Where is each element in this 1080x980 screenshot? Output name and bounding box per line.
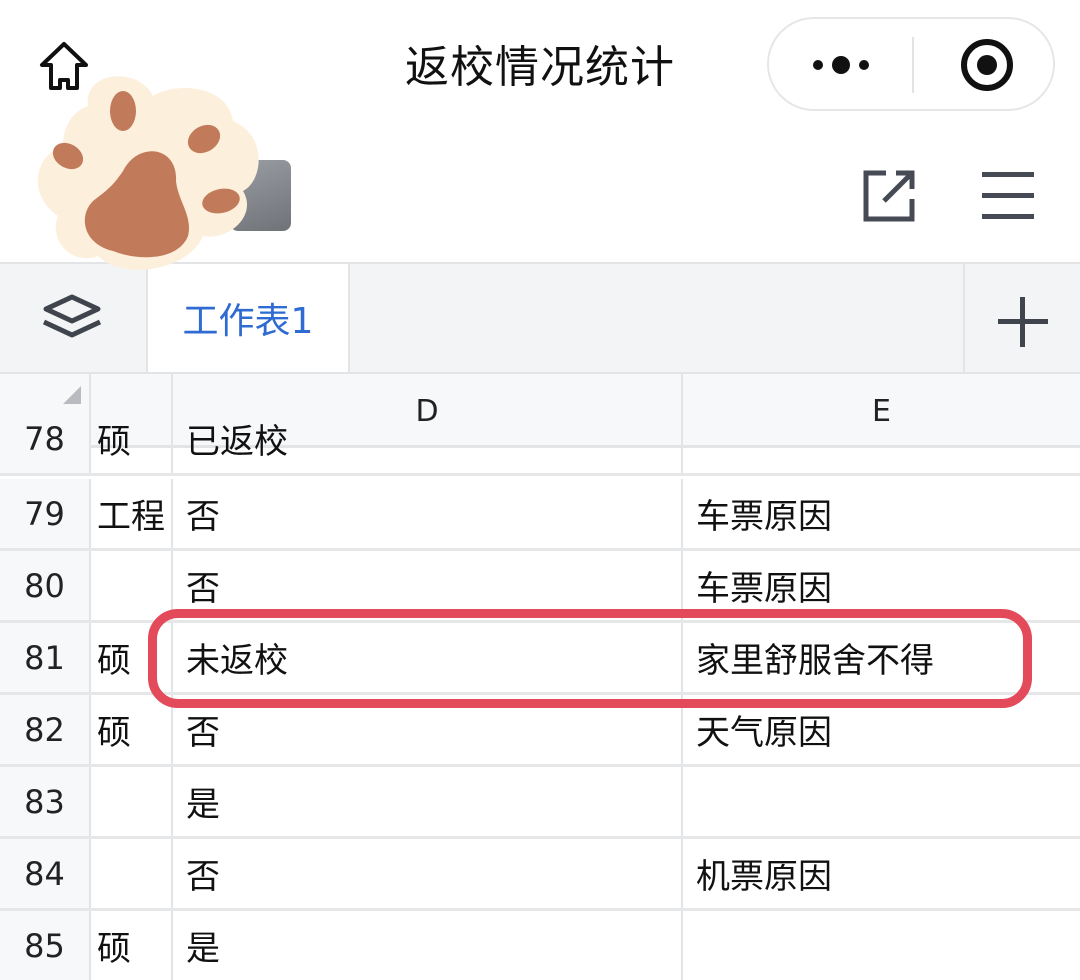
row-number[interactable]: 83 [0,767,91,836]
document-toolbar [0,135,1080,262]
table-row-highlighted: 81 硕 未返校 家里舒服舍不得 [0,623,1080,695]
cell-c[interactable]: 工程 [91,479,173,548]
cell-c[interactable] [91,551,173,620]
open-external-button[interactable] [860,167,918,225]
table-row: 79 工程 否 车票原因 [0,479,1080,551]
layers-icon [42,294,102,338]
spreadsheet-grid: D E 78 硕 已返校 79 工程 否 车票原因 80 否 车票原因 81 硕… [0,374,1080,980]
table-row: 85 硕 是 [0,911,1080,980]
cell-e[interactable]: 家里舒服舍不得 [683,623,1080,692]
cell-c[interactable]: 硕 [91,911,173,980]
more-dots-icon [813,56,869,74]
cell-c[interactable] [91,839,173,908]
add-sheet-button[interactable] [965,264,1080,372]
record-target-icon [961,39,1013,91]
sheet-list-button[interactable] [0,264,146,372]
cell-c[interactable] [91,767,173,836]
more-button[interactable] [769,19,913,109]
cell-d[interactable]: 否 [173,551,683,620]
cell-e[interactable]: 天气原因 [683,695,1080,764]
cell-e[interactable]: 车票原因 [683,479,1080,548]
capsule-divider [912,37,914,93]
cell-e[interactable]: 车票原因 [683,551,1080,620]
tab-sheet1[interactable]: 工作表1 [146,264,350,372]
close-mini-program-button[interactable] [915,19,1055,109]
table-row: 80 否 车票原因 [0,551,1080,623]
hamburger-menu-button[interactable] [978,167,1036,225]
table-row: 82 硕 否 天气原因 [0,695,1080,767]
cell-e[interactable] [683,767,1080,836]
row-number[interactable]: 84 [0,839,91,908]
cell-c[interactable]: 硕 [91,695,173,764]
row-number[interactable]: 81 [0,623,91,692]
mini-program-titlebar: 返校情况统计 [0,0,1080,135]
hamburger-menu-icon [982,172,1034,219]
cell-d[interactable]: 是 [173,767,683,836]
cell-c[interactable]: 硕 [91,404,173,473]
table-row: 84 否 机票原因 [0,839,1080,911]
open-external-icon [863,170,915,222]
table-row: 78 硕 已返校 [0,404,1080,476]
cell-d[interactable]: 否 [173,479,683,548]
sheet-tab-bar: 工作表1 [0,262,1080,374]
cell-e[interactable]: 机票原因 [683,839,1080,908]
cell-d[interactable]: 是 [173,911,683,980]
plus-icon [998,297,1048,347]
document-thumbnail[interactable] [230,160,291,231]
cell-d[interactable]: 否 [173,695,683,764]
row-number[interactable]: 78 [0,404,91,473]
row-number[interactable]: 82 [0,695,91,764]
cell-d[interactable]: 未返校 [173,623,683,692]
table-row: 83 是 [0,767,1080,839]
row-number[interactable]: 85 [0,911,91,980]
cell-e[interactable] [683,404,1080,473]
cell-d[interactable]: 已返校 [173,404,683,473]
capsule-menu [767,17,1055,111]
cell-c[interactable]: 硕 [91,623,173,692]
row-number[interactable]: 80 [0,551,91,620]
row-number[interactable]: 79 [0,479,91,548]
cell-d[interactable]: 否 [173,839,683,908]
cell-e[interactable] [683,911,1080,980]
